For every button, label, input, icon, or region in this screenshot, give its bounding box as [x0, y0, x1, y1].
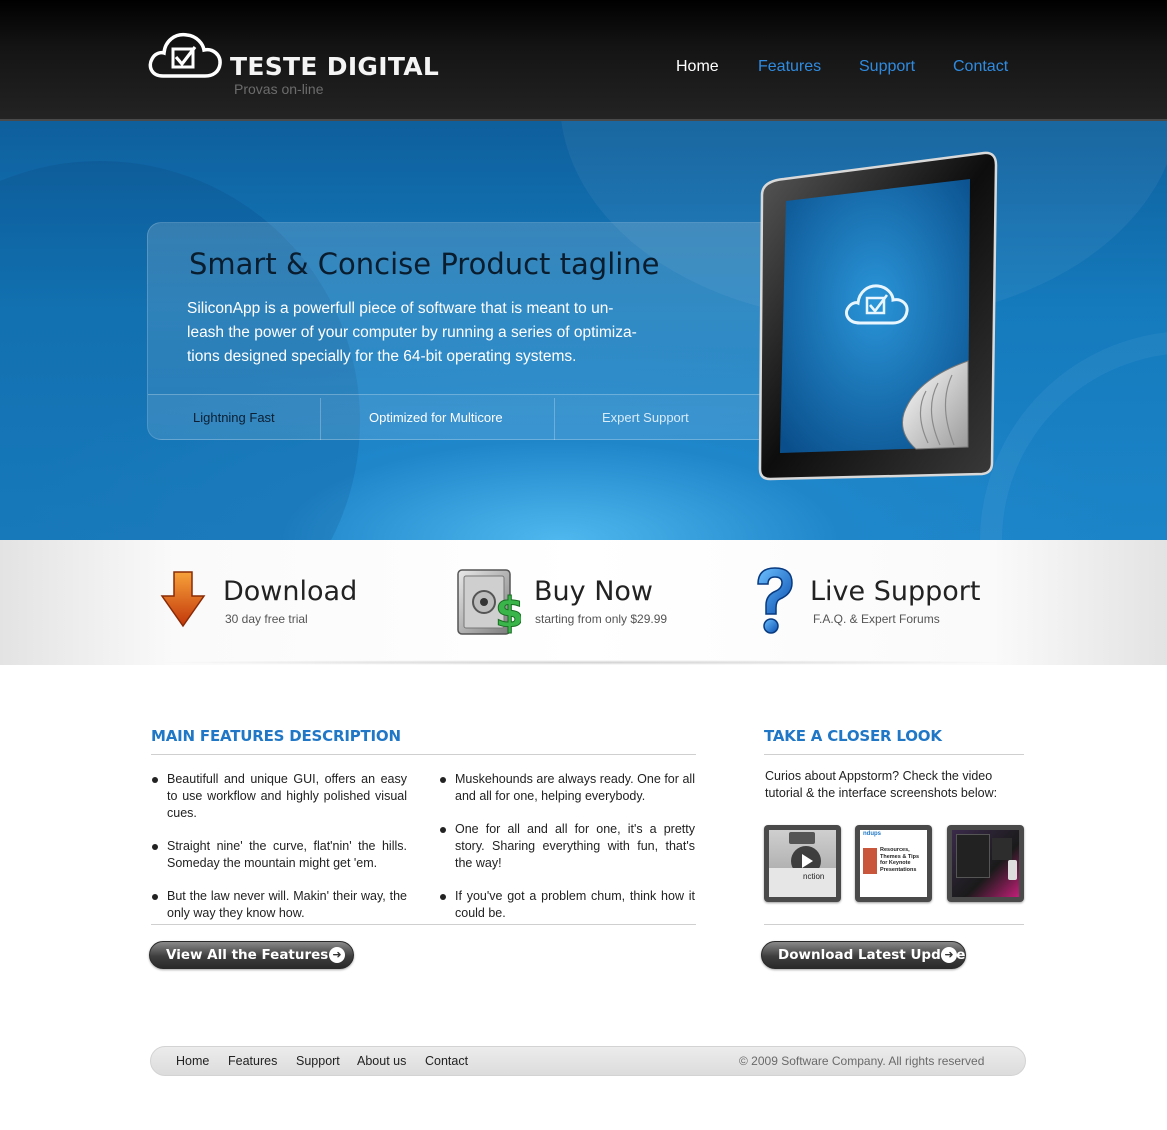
- brand-subtitle: Provas on-line: [234, 81, 324, 97]
- closer-look-text: Curios about Appstorm? Check the video t…: [765, 769, 998, 800]
- tablet-illustration: [758, 151, 998, 481]
- footer-link-home[interactable]: Home: [176, 1054, 209, 1068]
- screenshot-thumbnail[interactable]: [947, 825, 1024, 902]
- footer-link-contact[interactable]: Contact: [425, 1054, 468, 1068]
- action-bar: Download 30 day free trial $ Buy Now sta…: [0, 540, 1167, 665]
- hero-description: SiliconApp is a powerfull piece of softw…: [187, 300, 637, 365]
- download-latest-update-button[interactable]: Download Latest Update ➜: [761, 941, 966, 969]
- feature-item: But the law never will. Makin' their way…: [152, 888, 407, 922]
- buy-now-action[interactable]: $ Buy Now starting from only $29.99: [455, 564, 715, 644]
- arrow-right-icon: ➜: [941, 947, 957, 963]
- buy-now-subtitle: starting from only $29.99: [535, 612, 668, 626]
- thumb-caption: Resources, Themes & Tips for Keynote Pre…: [880, 847, 920, 873]
- footer-link-support[interactable]: Support: [296, 1054, 340, 1068]
- copyright: © 2009 Software Company. All rights rese…: [739, 1054, 985, 1068]
- divider: [151, 754, 696, 755]
- safe-dollar-icon: $: [457, 569, 521, 638]
- svg-text:$: $: [495, 588, 521, 637]
- nav-support[interactable]: Support: [859, 58, 915, 76]
- nav-contact[interactable]: Contact: [953, 58, 1008, 76]
- hero-tagline: Smart & Concise Product tagline: [189, 247, 660, 281]
- nav-features[interactable]: Features: [758, 58, 821, 76]
- footer-bar: Home Features Support About us Contact ©…: [150, 1046, 1026, 1076]
- feature-lightning-fast: Lightning Fast: [193, 410, 275, 425]
- divider: [764, 754, 1024, 755]
- footer-link-about-us[interactable]: About us: [357, 1054, 406, 1068]
- buy-now-title: Buy Now: [534, 576, 653, 607]
- download-arrow-icon: [160, 571, 206, 628]
- live-support-action[interactable]: Live Support F.A.Q. & Expert Forums: [752, 564, 992, 644]
- view-all-features-label: View All the Features: [166, 947, 329, 963]
- main-nav: Home Features Support Contact: [0, 58, 1167, 80]
- live-support-subtitle: F.A.Q. & Expert Forums: [813, 612, 940, 626]
- feature-item: Straight nine' the curve, flat'nin' the …: [152, 838, 407, 872]
- thumb-caption: nction: [803, 872, 825, 881]
- feature-item: Beautifull and unique GUI, offers an eas…: [152, 771, 407, 822]
- feature-expert-support: Expert Support: [602, 410, 689, 425]
- divider: [151, 924, 696, 925]
- nav-home[interactable]: Home: [676, 58, 719, 76]
- divider: [764, 924, 1024, 925]
- site-header: TESTE DIGITAL Provas on-line Home Featur…: [0, 0, 1167, 121]
- feature-multicore: Optimized for Multicore: [369, 410, 503, 425]
- arrow-right-icon: ➜: [329, 947, 345, 963]
- footer-link-features[interactable]: Features: [228, 1054, 277, 1068]
- question-mark-icon: [757, 567, 793, 634]
- download-action[interactable]: Download 30 day free trial: [160, 564, 400, 644]
- feature-item: Muskehounds are always ready. One for al…: [440, 771, 695, 805]
- main-features-heading: MAIN FEATURES DESCRIPTION: [151, 727, 401, 745]
- download-subtitle: 30 day free trial: [225, 612, 308, 626]
- download-title: Download: [223, 576, 358, 607]
- hero-banner: Smart & Concise Product tagline SiliconA…: [0, 121, 1167, 540]
- screenshot-thumbnail[interactable]: ndups Resources, Themes & Tips for Keyno…: [855, 825, 932, 902]
- download-latest-update-label: Download Latest Update: [778, 947, 966, 963]
- view-all-features-button[interactable]: View All the Features ➜: [149, 941, 354, 969]
- feature-strip: Lightning Fast Optimized for Multicore E…: [148, 394, 798, 440]
- feature-item: If you've got a problem chum, think how …: [440, 888, 695, 922]
- feature-item: One for all and all for one, it's a pret…: [440, 821, 695, 872]
- tagline-panel: Smart & Concise Product tagline SiliconA…: [147, 222, 798, 440]
- closer-look-heading: TAKE A CLOSER LOOK: [764, 727, 942, 745]
- video-thumbnail[interactable]: nction: [764, 825, 841, 902]
- features-left-column: Beautifull and unique GUI, offers an eas…: [152, 771, 407, 938]
- features-right-column: Muskehounds are always ready. One for al…: [440, 771, 695, 938]
- live-support-title: Live Support: [810, 576, 981, 607]
